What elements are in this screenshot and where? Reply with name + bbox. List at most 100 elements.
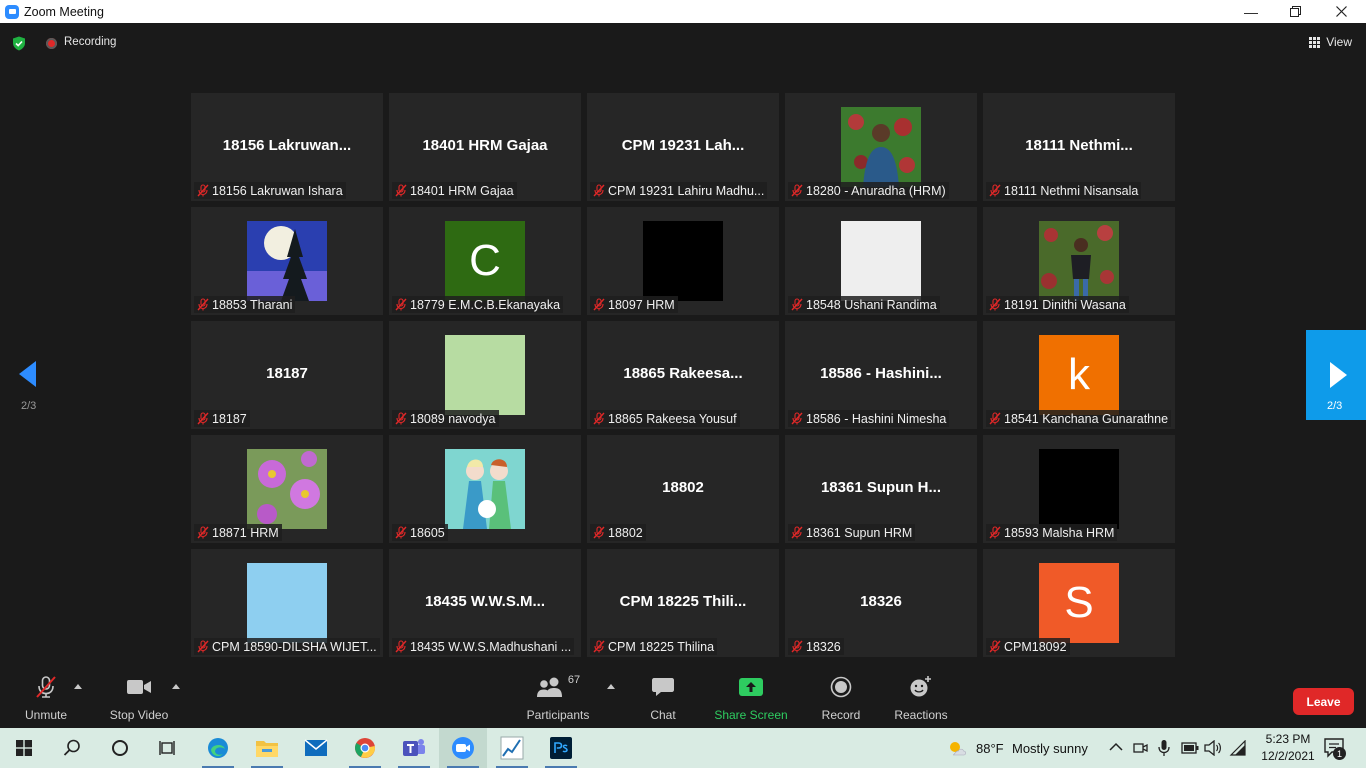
- participant-tile[interactable]: 18605: [389, 435, 581, 543]
- participants-button[interactable]: 67 Participants: [526, 672, 590, 728]
- participant-tile[interactable]: CPM 18225 Thili... CPM 18225 Thilina: [587, 549, 779, 657]
- taskbar-clock-date[interactable]: 12/2/2021: [1255, 749, 1321, 763]
- muted-mic-icon: [593, 184, 605, 197]
- edge-taskbar-button[interactable]: [194, 728, 242, 768]
- muted-mic-icon: [989, 184, 1001, 197]
- participant-name-label: 18605: [392, 524, 448, 541]
- gallery-view: 18156 Lakruwan... 18156 Lakruwan Ishara 18…: [191, 93, 1175, 657]
- chrome-browser-icon: [355, 738, 375, 758]
- minimize-button[interactable]: —: [1228, 0, 1274, 23]
- participant-tile[interactable]: 18191 Dinithi Wasana: [983, 207, 1175, 315]
- wifi-icon[interactable]: [1229, 740, 1247, 756]
- video-options-caret-icon[interactable]: [172, 684, 180, 689]
- participant-name-label: 18097 HRM: [590, 296, 678, 313]
- photoshop-taskbar-button[interactable]: [537, 728, 585, 768]
- participant-tile[interactable]: 18401 HRM Gajaa 18401 HRM Gajaa: [389, 93, 581, 201]
- participant-tile[interactable]: 18865 Rakeesa... 18865 Rakeesa Yousuf: [587, 321, 779, 429]
- microphone-in-use-icon[interactable]: [1157, 739, 1171, 757]
- participant-tile[interactable]: 18156 Lakruwan... 18156 Lakruwan Ishara: [191, 93, 383, 201]
- taskbar-clock-time[interactable]: 5:23 PM: [1258, 732, 1318, 746]
- participant-name: 18586 - Hashini Nimesha: [806, 411, 947, 426]
- mail-taskbar-button[interactable]: [292, 728, 340, 768]
- participant-tile[interactable]: k 18541 Kanchana Gunarathne: [983, 321, 1175, 429]
- teams-taskbar-button[interactable]: [390, 728, 438, 768]
- participant-avatar: [1039, 221, 1119, 301]
- participant-tile[interactable]: 18871 HRM: [191, 435, 383, 543]
- start-button[interactable]: [0, 728, 48, 768]
- participant-tile[interactable]: 18089 navodya: [389, 321, 581, 429]
- participant-tile[interactable]: CPM 18590-DILSHA WIJET...: [191, 549, 383, 657]
- weather-description[interactable]: Mostly sunny: [1012, 741, 1088, 756]
- zoom-taskbar-button[interactable]: [439, 728, 487, 768]
- page-indicator-right: 2/3: [1327, 400, 1343, 412]
- page-indicator-left: 2/3: [21, 400, 37, 412]
- speaker-volume-icon[interactable]: [1204, 740, 1222, 756]
- participant-tile[interactable]: S CPM18092: [983, 549, 1175, 657]
- previous-page-button[interactable]: 2/3: [0, 335, 60, 425]
- participant-tile[interactable]: 18361 Supun H... 18361 Supun HRM: [785, 435, 977, 543]
- view-button[interactable]: View: [1309, 35, 1352, 49]
- search-icon: [63, 739, 80, 756]
- maximize-button[interactable]: [1272, 0, 1318, 23]
- reactions-button[interactable]: Reactions: [893, 672, 949, 728]
- leave-button[interactable]: Leave: [1293, 688, 1354, 715]
- window-title: Zoom Meeting: [24, 4, 104, 19]
- muted-mic-icon: [197, 640, 209, 653]
- share-screen-button[interactable]: Share Screen: [714, 672, 788, 728]
- avatar-letter: k: [1068, 350, 1090, 399]
- muted-mic-icon: [791, 526, 803, 539]
- recording-indicator-icon[interactable]: [46, 38, 57, 49]
- task-view-button[interactable]: [144, 728, 192, 768]
- participant-tile[interactable]: 18187 18187: [191, 321, 383, 429]
- participant-tile[interactable]: 18111 Nethmi... 18111 Nethmi Nisansala: [983, 93, 1175, 201]
- participant-tile[interactable]: 18548 Ushani Randima: [785, 207, 977, 315]
- weather-temperature[interactable]: 88°F: [976, 741, 1004, 756]
- participant-name: 18541 Kanchana Gunarathne: [1004, 411, 1169, 426]
- chrome-taskbar-button[interactable]: [341, 728, 389, 768]
- next-page-button[interactable]: 2/3: [1306, 330, 1366, 420]
- audio-options-caret-icon[interactable]: [74, 684, 82, 689]
- participant-name-label: 18548 Ushani Randima: [788, 296, 940, 313]
- participant-name: 18191 Dinithi Wasana: [1004, 297, 1126, 312]
- participant-name: 18111 Nethmi Nisansala: [1004, 183, 1139, 198]
- participant-tile[interactable]: 18326 18326: [785, 549, 977, 657]
- participant-name-label: 18853 Tharani: [194, 296, 296, 313]
- participant-tile[interactable]: 18853 Tharani: [191, 207, 383, 315]
- weather-partly-sunny-icon[interactable]: [947, 739, 967, 757]
- cortana-button[interactable]: [96, 728, 144, 768]
- zoom-app-icon: [5, 4, 19, 19]
- meet-now-camera-icon[interactable]: [1133, 740, 1149, 756]
- recording-label[interactable]: Recording: [64, 36, 116, 48]
- security-shield-icon[interactable]: [12, 36, 26, 51]
- participant-tile[interactable]: 18586 - Hashini... 18586 - Hashini Nimesh…: [785, 321, 977, 429]
- action-center-button[interactable]: 1: [1324, 738, 1346, 760]
- participant-tile[interactable]: C 18779 E.M.C.B.Ekanayaka: [389, 207, 581, 315]
- participant-tile[interactable]: 18097 HRM: [587, 207, 779, 315]
- participant-name-label: CPM 18225 Thilina: [590, 638, 718, 655]
- participant-tile[interactable]: 18593 Malsha HRM: [983, 435, 1175, 543]
- participants-options-caret-icon[interactable]: [607, 684, 615, 689]
- meeting-topbar: Recording View: [0, 23, 1366, 63]
- stop-video-button[interactable]: Stop Video: [108, 672, 170, 728]
- participant-tile[interactable]: 18435 W.W.S.M... 18435 W.W.S.Madhushani .…: [389, 549, 581, 657]
- muted-mic-icon: [395, 526, 407, 539]
- participant-tile[interactable]: CPM 19231 Lah... CPM 19231 Lahiru Madhu..…: [587, 93, 779, 201]
- stock-app-taskbar-button[interactable]: [488, 728, 536, 768]
- record-button[interactable]: Record: [820, 672, 862, 728]
- grid-view-icon: [1309, 36, 1321, 48]
- chat-button[interactable]: Chat: [648, 672, 678, 728]
- participant-display-name: 18156 Lakruwan...: [222, 137, 352, 154]
- participant-display-name: 18187: [266, 365, 308, 382]
- participant-tile[interactable]: 18280 - Anuradha (HRM): [785, 93, 977, 201]
- participant-tile[interactable]: 18802 18802: [587, 435, 779, 543]
- file-explorer-taskbar-button[interactable]: [243, 728, 291, 768]
- show-hidden-icons-chevron-icon[interactable]: [1109, 742, 1123, 752]
- search-taskbar-button[interactable]: [48, 728, 96, 768]
- participant-name-label: 18361 Supun HRM: [788, 524, 916, 541]
- unmute-button[interactable]: Unmute: [22, 672, 70, 728]
- participant-name-label: 18111 Nethmi Nisansala: [986, 182, 1142, 199]
- close-window-button[interactable]: [1318, 0, 1364, 23]
- photoshop-icon: [550, 737, 572, 759]
- participant-name: CPM 19231 Lahiru Madhu...: [608, 183, 765, 198]
- battery-icon[interactable]: [1181, 742, 1199, 754]
